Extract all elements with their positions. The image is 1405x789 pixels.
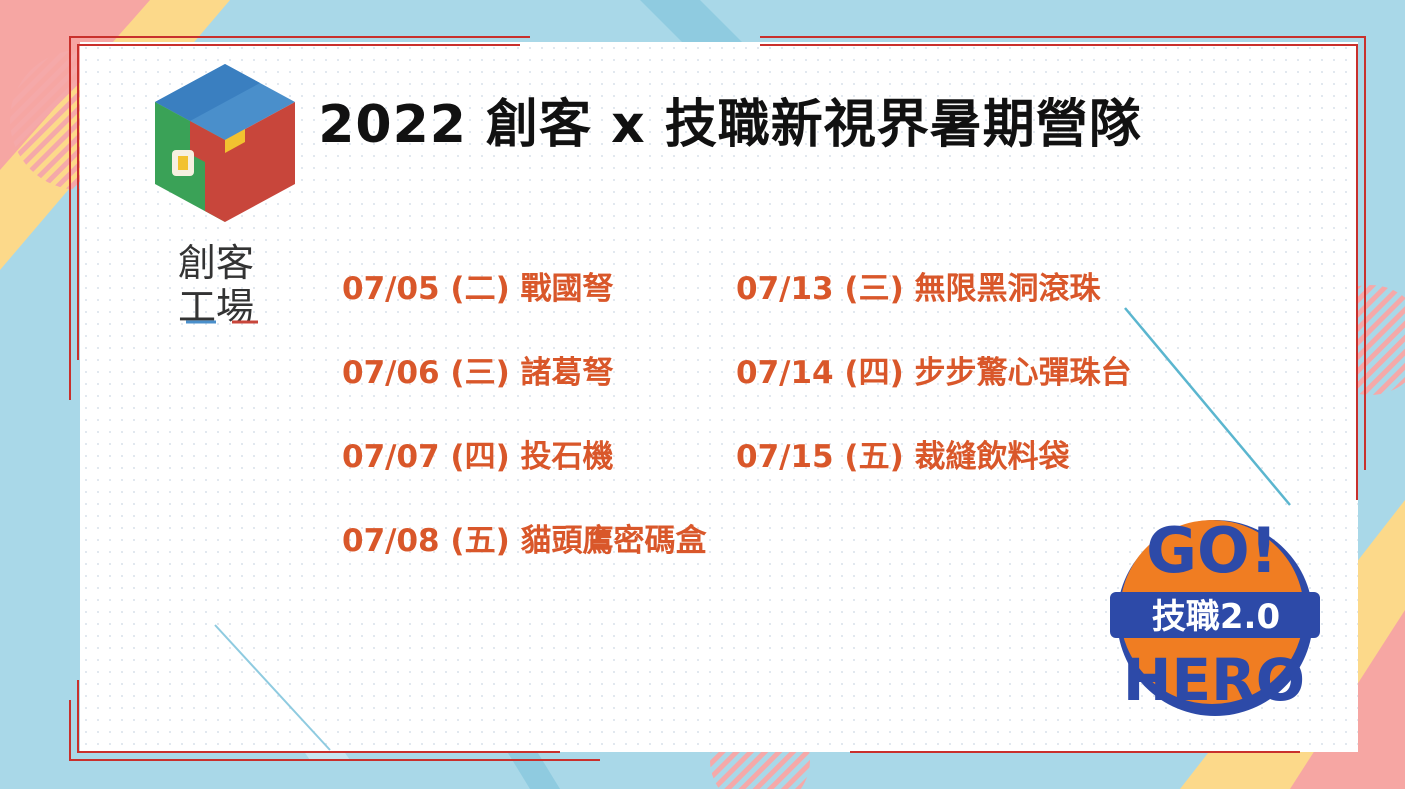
- schedule-date: 07/06: [342, 355, 440, 391]
- page-title: 2022 創客 x 技職新視界暑期營隊: [318, 95, 1142, 155]
- schedule-item: 07/06 (三) 諸葛弩: [342, 347, 614, 392]
- badge-top-text: GO!: [1146, 514, 1278, 587]
- badge-middle-text: 技職2.0: [1152, 597, 1280, 637]
- schedule-activity: 無限黑洞滾珠: [914, 271, 1101, 307]
- schedule-activity: 步步驚心彈珠台: [914, 355, 1132, 391]
- schedule-item: 07/13 (三) 無限黑洞滾珠: [736, 263, 1101, 308]
- schedule-weekday: (二): [450, 271, 510, 307]
- schedule-date: 07/13: [736, 271, 834, 307]
- schedule-date: 07/05: [342, 271, 440, 307]
- maker-factory-logo: 創客 工場: [150, 62, 300, 329]
- schedule-date: 07/14: [736, 355, 834, 391]
- logo-line2: 工場: [178, 285, 254, 326]
- schedule-weekday: (五): [450, 523, 510, 559]
- schedule-item: 07/14 (四) 步步驚心彈珠台: [736, 347, 1132, 392]
- schedule-item: 07/08 (五) 貓頭鷹密碼盒: [342, 515, 707, 560]
- schedule-activity: 戰國弩: [520, 271, 614, 307]
- schedule-date: 07/08: [342, 523, 440, 559]
- schedule-weekday: (四): [450, 439, 510, 475]
- schedule-weekday: (三): [450, 355, 510, 391]
- schedule-item: 07/05 (二) 戰國弩: [342, 263, 614, 308]
- logo-line1: 創客: [178, 241, 254, 285]
- schedule-item: 07/15 (五) 裁縫飲料袋: [736, 431, 1070, 476]
- schedule-activity: 貓頭鷹密碼盒: [520, 523, 707, 559]
- schedule-date: 07/15: [736, 439, 834, 475]
- schedule-activity: 投石機: [520, 439, 614, 475]
- schedule-item: 07/07 (四) 投石機: [342, 431, 614, 476]
- schedule-weekday: (五): [844, 439, 904, 475]
- badge-bottom-text: HERO: [1123, 646, 1305, 714]
- logo-wordmark: 創客 工場: [178, 241, 258, 329]
- schedule-activity: 裁縫飲料袋: [914, 439, 1070, 475]
- schedule-activity: 諸葛弩: [520, 355, 614, 391]
- schedule-weekday: (三): [844, 271, 904, 307]
- go-hero-badge: GO! 技職2.0 HERO: [1110, 514, 1320, 716]
- cube-logo-icon: [155, 64, 295, 222]
- schedule-weekday: (四): [844, 355, 904, 391]
- schedule-date: 07/07: [342, 439, 440, 475]
